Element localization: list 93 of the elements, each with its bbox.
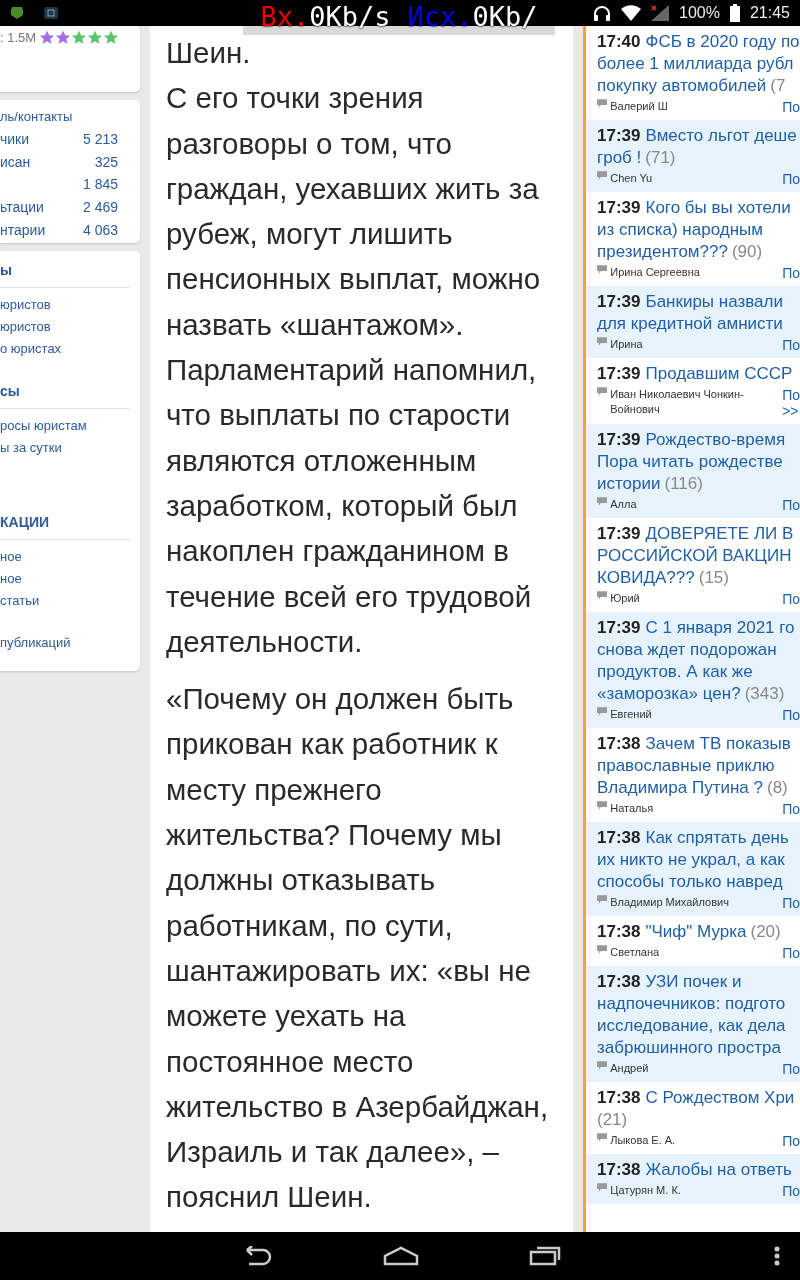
section-heading: КАЦИИ: [0, 513, 50, 532]
topic-title-link[interactable]: 17:38 Жалобы на ответь: [597, 1159, 800, 1181]
reply-link[interactable]: По: [782, 265, 800, 281]
reply-link[interactable]: По: [782, 337, 800, 353]
comment-icon: [597, 1061, 608, 1070]
stat-label[interactable]: ьтации: [0, 196, 44, 219]
menu-link[interactable]: публикаций: [0, 632, 130, 654]
comment-icon: [597, 99, 608, 108]
article-paragraph: Шеин.: [166, 35, 252, 71]
menu-link[interactable]: ное: [0, 568, 130, 590]
topic-title-link[interactable]: 17:38 С Рождеством Хри (21): [597, 1087, 800, 1131]
menu-link[interactable]: ное: [0, 546, 130, 568]
author-name: Валерий Ш: [610, 99, 669, 114]
comment-icon: [597, 387, 608, 396]
topic-title-link[interactable]: 17:39 С 1 января 2021 го снова ждет подорожан продуктов. А как же «заморозка» цен? (343): [597, 617, 800, 705]
author-name: Андрей: [610, 1061, 650, 1076]
author-name: Ирина Сергеевна: [610, 265, 701, 280]
rating-text: : 1.5M: [0, 30, 37, 46]
topic-title-link[interactable]: 17:39 Продавшим СССР: [597, 363, 800, 385]
comment-icon: [597, 591, 608, 600]
comment-icon: [597, 801, 608, 810]
home-icon[interactable]: [383, 1246, 419, 1266]
author-name: Алла: [610, 497, 638, 512]
section-heading: ы: [0, 261, 13, 280]
reply-link[interactable]: По: [782, 99, 800, 115]
topic-title-link[interactable]: 17:39 ДОВЕРЯЕТЕ ЛИ В РОССИЙСКОЙ ВАКЦИН КОВИДА??? (15): [597, 523, 800, 589]
shield-icon: [10, 6, 24, 20]
author-name: Лыкова Е. А.: [610, 1133, 677, 1148]
stats-heading-link[interactable]: ль/контакты: [0, 105, 118, 128]
comment-icon: [597, 171, 608, 180]
clock: 21:45: [749, 4, 790, 22]
recent-apps-icon[interactable]: [529, 1246, 561, 1266]
headphones-icon: [593, 5, 612, 21]
stat-count: 1 845: [82, 175, 118, 195]
stat-count: 5 213: [82, 130, 118, 149]
stat-count: 325: [94, 152, 118, 172]
topic-title-link[interactable]: 17:38 Зачем ТВ показыв православные приклю Владимира Путина ? (8): [597, 733, 800, 799]
comment-icon: [597, 895, 608, 904]
reply-link[interactable]: По >>: [782, 387, 800, 419]
comment-icon: [597, 497, 608, 506]
author-name: Наталья: [610, 801, 655, 816]
topic-title-link[interactable]: 17:39 Вместо льгот деше гроб ! (71): [597, 125, 800, 169]
comment-icon: [597, 1133, 608, 1142]
wifi-icon: [621, 5, 642, 21]
topic-title-link[interactable]: 17:39 Рождество-время Пора читать рождестве истории (116): [597, 429, 800, 495]
comment-icon: [597, 265, 608, 274]
stat-count: 4 063: [82, 220, 118, 240]
stat-count: 2 469: [82, 198, 118, 218]
author-name: Chen Yu: [610, 171, 654, 186]
reply-link[interactable]: По: [782, 707, 800, 723]
signal-icon: [651, 5, 670, 21]
menu-link[interactable]: росы юристам: [0, 415, 130, 437]
reply-link[interactable]: По: [782, 895, 800, 911]
author-name: Евгений: [610, 707, 653, 722]
topic-title-link[interactable]: 17:39 Кого бы вы хотели из списка) народным президентом??? (90): [597, 197, 800, 263]
author-name: Светлана: [610, 945, 661, 960]
menu-link[interactable]: о юристах: [0, 338, 130, 360]
topic-title-link[interactable]: 17:38 "Чиф" Мурка (20): [597, 921, 800, 943]
comment-icon: [597, 1183, 608, 1192]
author-name: Иван Николаевич Чонкин-Войнович: [610, 387, 745, 417]
menu-link[interactable]: юристов: [0, 294, 130, 316]
reply-link[interactable]: По: [782, 1133, 800, 1149]
section-heading: сы: [0, 382, 21, 401]
reply-link[interactable]: По: [782, 1061, 800, 1077]
reply-link[interactable]: По: [782, 591, 800, 607]
reply-link[interactable]: По: [782, 1183, 800, 1199]
author-name: Ирина: [610, 337, 644, 352]
author-name: Цатурян М. К.: [610, 1183, 682, 1198]
article-paragraph: «Почему он должен быть прикован как работник к месту прежнего жительства? Почему мы должны отказывать работникам, по сути, шантажировать их: «вы не можете уехать на постоянное место жительство в Азербайджан, Израиль и так далее», – пояснил Шеин.: [166, 681, 550, 1216]
battery-icon: [729, 4, 740, 22]
reply-link[interactable]: По: [782, 945, 800, 961]
menu-icon[interactable]: [774, 1246, 780, 1266]
menu-link[interactable]: ы за сутки: [0, 437, 130, 459]
topic-title-link[interactable]: 17:40 ФСБ в 2020 году по более 1 миллиарда рубл покупку автомобилей (7: [597, 31, 800, 97]
menu-link[interactable]: юристов: [0, 316, 130, 338]
author-name: Владимир Михайлович: [610, 895, 730, 910]
reply-link[interactable]: По: [782, 171, 800, 187]
menu-link[interactable]: статьи: [0, 590, 130, 612]
comment-icon: [597, 707, 608, 716]
topic-title-link[interactable]: 17:38 Как спрятать день их никто не украл, а как способы только навред: [597, 827, 800, 893]
author-name: Юрий: [610, 591, 641, 606]
reply-link[interactable]: По: [782, 801, 800, 817]
topic-title-link[interactable]: 17:39 Банкиры назвали для кредитной амнисти: [597, 291, 800, 335]
article-paragraph: С его точки зрения разговоры о том, что граждан, уехавших жить за рубеж, могут лишить пенсионных выплат, можно назвать «шантажом». Парламентарий напомнил, что выплаты по старости являются отложенным заработком, который был накоплен гражданином в течение всей его трудовой деятельности.: [166, 80, 542, 660]
comment-icon: [597, 337, 608, 346]
stat-label[interactable]: чики: [0, 128, 30, 151]
stat-label[interactable]: нтарии: [0, 218, 46, 242]
comment-icon: [597, 945, 608, 954]
battery-percent: 100%: [679, 4, 720, 22]
topic-title-link[interactable]: 17:38 УЗИ почек и надпочечников: подгото исследование, как дела забрюшинного простра: [597, 971, 800, 1059]
reply-link[interactable]: По: [782, 497, 800, 513]
app-icon: [44, 7, 58, 19]
stat-label[interactable]: исан: [0, 150, 31, 174]
